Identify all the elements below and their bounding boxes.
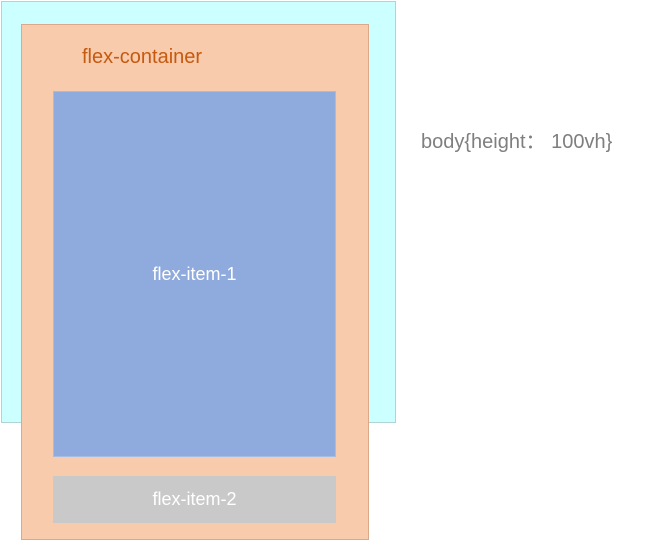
flex-item-1-label: flex-item-1 <box>152 263 237 284</box>
flex-item-2-box: flex-item-2 <box>53 476 336 523</box>
flex-item-1-box: flex-item-1 <box>53 91 336 457</box>
flex-item-2-label: flex-item-2 <box>152 489 237 509</box>
diagram-canvas: flex-container flex-item-1 flex-item-2 b… <box>0 0 648 541</box>
body-height-note: body{height： 100vh} <box>421 131 613 153</box>
flex-container-label: flex-container <box>82 46 203 68</box>
